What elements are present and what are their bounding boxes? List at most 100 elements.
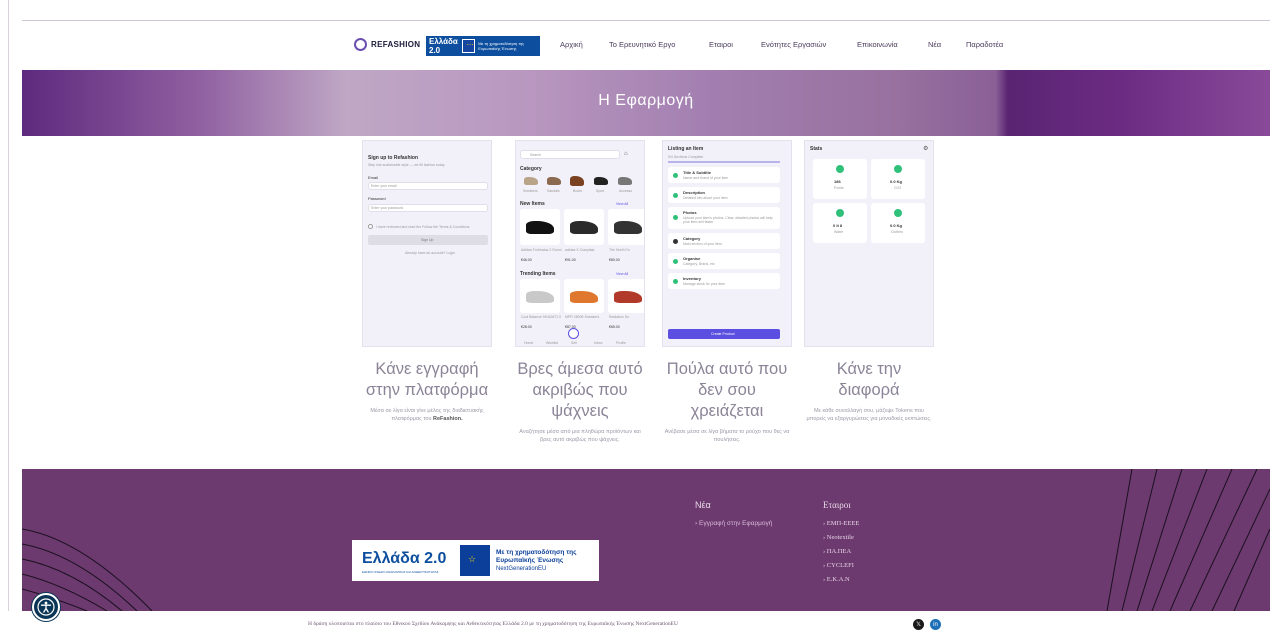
stat-value: 0.0 Kg xyxy=(890,223,903,228)
listing-heading: Listing an Item xyxy=(668,146,704,152)
terms-text: I have reviewed and read the Follow the … xyxy=(376,225,470,229)
accessibility-button[interactable] xyxy=(32,593,60,621)
product-card[interactable] xyxy=(564,279,604,313)
product-price: €65.00 xyxy=(609,325,620,329)
product-card[interactable] xyxy=(520,279,560,313)
page: REFASHION Ελλάδα 2.0 Με τη χρηματοδότηση… xyxy=(0,0,1274,638)
product-card[interactable] xyxy=(520,209,560,245)
footer-news-link[interactable]: › Εγγραφή στην Εφαρμογή xyxy=(695,520,772,527)
row-title: Category xyxy=(683,236,701,241)
password-placeholder: Enter your password xyxy=(371,206,404,210)
card-description: Με κάθε συναλλαγή σου, μάζεψε Tokens που… xyxy=(806,408,932,422)
points-icon xyxy=(836,165,844,173)
product-card[interactable] xyxy=(564,209,604,245)
boots-icon[interactable] xyxy=(570,176,584,186)
card-description: Μέσα σε λίγα είναι γίνε μέλος της διαδικ… xyxy=(362,407,492,423)
tab-inbox[interactable]: Inbox xyxy=(594,341,603,345)
feature-card-browse: Search ⌂ Category Sneakers Sandals Boots… xyxy=(515,140,645,444)
product-card[interactable] xyxy=(608,209,644,245)
product-price: €80.00 xyxy=(609,258,620,262)
tab-wishlist[interactable]: Wishlist xyxy=(546,341,558,345)
card-desc-text: Μέσα σε λίγα είναι γίνε μέλος της διαδικ… xyxy=(370,408,484,422)
footer-partner-link[interactable]: › Ε.Κ.Α.Ν xyxy=(823,576,850,583)
tab-sell[interactable]: Sell xyxy=(571,341,577,345)
logo-ring-icon xyxy=(354,38,367,51)
frame-border xyxy=(8,0,9,638)
sneakers-icon[interactable] xyxy=(524,177,538,185)
nav-work-packages[interactable]: Ενότητες Εργασιών xyxy=(761,40,826,49)
view-all-link[interactable]: View All xyxy=(616,272,628,276)
footer-partner-link[interactable]: › ΕΜΠ-ΕΕΕΕ xyxy=(823,520,859,527)
view-all-link[interactable]: View All xyxy=(616,202,628,206)
bag-icon[interactable]: ⌂ xyxy=(624,151,628,157)
stat-value: 186 xyxy=(834,179,841,184)
nav-deliverables[interactable]: Παραδοτέα xyxy=(966,40,1003,49)
greece-2-0-badge: Ελλάδα 2.0 Με τη χρηματοδότηση της Ευρωπ… xyxy=(426,36,540,56)
stat-label: Clothes xyxy=(891,230,903,234)
footer-partner-link[interactable]: › ΠΑ.ΠΕΑ xyxy=(823,548,851,555)
product-name: Cool Balance 9K/A0671 0 xyxy=(521,315,562,319)
x-icon[interactable]: 𝕏 xyxy=(913,619,924,630)
category-label: Boots xyxy=(573,189,582,193)
funding-subtitle: ΕΘΝΙΚΟ ΣΧΕΔΙΟ ΑΝΑΚΑΜΨΗΣ ΚΑΙ ΑΝΘΕΚΤΙΚΟΤΗΤ… xyxy=(362,570,439,574)
nav-news[interactable]: Νέα xyxy=(928,40,941,49)
nav-research-project[interactable]: Το Ερευνητικό Εργο xyxy=(609,40,675,49)
email-placeholder: Enter your email xyxy=(371,184,397,188)
progress-bar xyxy=(668,161,780,163)
accessories-icon[interactable] xyxy=(618,177,632,185)
refashion-logo[interactable]: REFASHION xyxy=(354,38,420,51)
logo-text: REFASHION xyxy=(371,40,421,49)
card-title: Κάνε εγγραφή στην πλατφόρμα xyxy=(365,360,489,399)
linkedin-icon[interactable]: in xyxy=(930,619,941,630)
funding-ng: NextGenerationEU xyxy=(496,566,547,572)
nav-contact[interactable]: Επικοινωνία xyxy=(857,40,898,49)
feature-card-signup: Sign up to Refashion Step into sustainab… xyxy=(362,140,492,423)
nav-home[interactable]: Αρχική xyxy=(560,40,583,49)
stat-value: 0.0 Kg xyxy=(890,179,903,184)
footer-partner-link[interactable]: › CYCLEFI xyxy=(823,562,854,569)
tab-home[interactable]: Home xyxy=(524,341,533,345)
row-sub: Detailed info about your item xyxy=(683,196,728,200)
terms-checkbox[interactable] xyxy=(368,224,373,229)
row-sub: Upload your item's photos. Clear, detail… xyxy=(683,216,773,224)
product-price: €46.00 xyxy=(521,258,532,262)
footer-news-title: Νέα xyxy=(695,500,711,510)
stat-label: Water xyxy=(834,230,844,234)
stat-label: Points xyxy=(834,186,844,190)
tab-profile[interactable]: Profile xyxy=(616,341,626,345)
feature-card-stats: Stats ⚙ 186 0.0 Kg 0 lt 8 0.0 Kg Points … xyxy=(804,140,934,423)
check-icon xyxy=(673,193,678,198)
category-label: Accesso xyxy=(619,189,633,193)
hero-banner: Η Εφαρμογή xyxy=(22,70,1270,136)
product-name: Radiation Su xyxy=(609,315,630,319)
row-title: Organise xyxy=(683,256,701,261)
sport-icon[interactable] xyxy=(594,177,608,185)
card-title: Πούλα αυτό που δεν σου χρειάζεται xyxy=(666,360,788,420)
partner-label: ΠΑ.ΠΕΑ xyxy=(826,548,852,555)
category-label: Sport xyxy=(596,189,605,193)
check-icon xyxy=(673,215,678,220)
sell-button[interactable] xyxy=(568,328,579,339)
category-label: Sandals xyxy=(547,189,560,193)
decorative-lines xyxy=(22,469,1270,611)
site-footer: Νέα › Εγγραφή στην Εφαρμογή Εταιροι › ΕΜ… xyxy=(22,469,1270,611)
eu-flag-icon xyxy=(461,39,476,53)
app-screenshot-sell: Listing an Item 0/4 Sections Complete Ti… xyxy=(662,140,792,347)
product-card[interactable] xyxy=(608,279,644,313)
stat-label: CO2 xyxy=(894,186,902,190)
password-label: Password xyxy=(368,196,386,201)
login-link[interactable]: Already have an account? Login xyxy=(405,251,455,255)
co2-icon xyxy=(894,165,902,173)
sandals-icon[interactable] xyxy=(547,177,561,185)
signup-button-label: Sign Up xyxy=(421,238,434,242)
app-screenshot-signup: Sign up to Refashion Step into sustainab… xyxy=(362,140,492,347)
settings-icon[interactable]: ⚙ xyxy=(923,145,928,152)
footer-news-link-label: Εγγραφή στην Εφαρμογή xyxy=(698,520,773,527)
footer-partner-link[interactable]: › Neotextile xyxy=(823,534,854,541)
row-sub: Main section of your item xyxy=(683,242,722,246)
funding-logo: Ελλάδα 2.0 ΕΘΝΙΚΟ ΣΧΕΔΙΟ ΑΝΑΚΑΜΨΗΣ ΚΑΙ Α… xyxy=(352,540,599,581)
partner-label: CYCLEFI xyxy=(826,562,854,569)
product-name: MPR 28005 Sneakers xyxy=(565,315,600,319)
create-product-label: Create Product xyxy=(711,332,735,336)
nav-partners[interactable]: Εταιροι xyxy=(709,40,733,49)
